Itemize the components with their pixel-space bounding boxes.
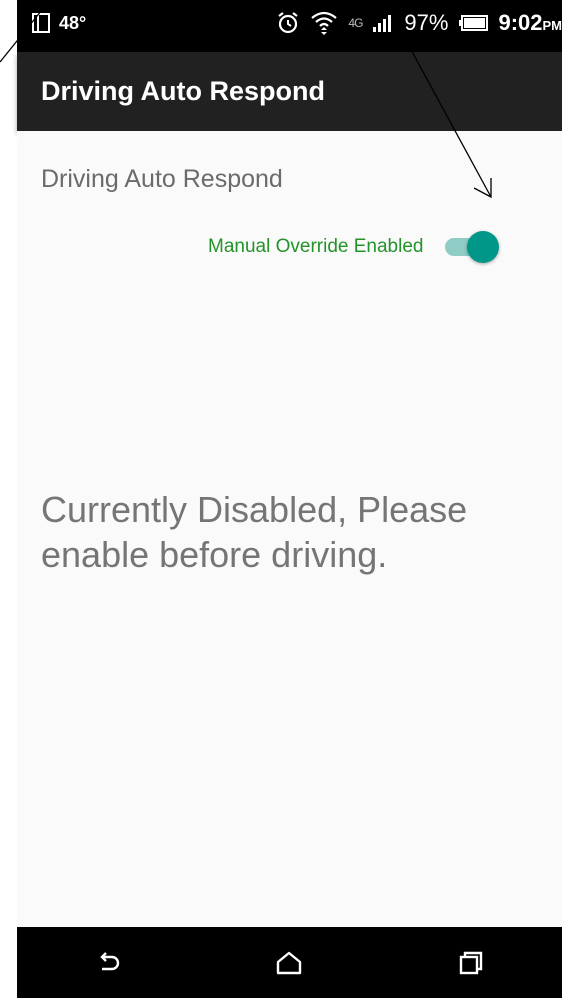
status-right: 4G 97% 9:02PM	[276, 10, 562, 36]
app-title: Driving Auto Respond	[41, 76, 325, 106]
manual-override-switch[interactable]	[441, 231, 501, 263]
recents-button[interactable]	[441, 933, 501, 993]
back-button[interactable]	[78, 933, 138, 993]
home-icon	[277, 951, 302, 974]
clock: 9:02PM	[498, 10, 562, 36]
battery-percent: 97%	[404, 10, 449, 35]
home-button[interactable]	[259, 933, 319, 993]
battery-icon	[459, 15, 489, 31]
network-type: 4G	[348, 16, 363, 30]
manual-override-row: Manual Override Enabled	[208, 231, 501, 263]
nav-bar	[17, 927, 562, 998]
clock-time: 9:02	[498, 10, 543, 35]
wifi-icon	[311, 11, 338, 35]
manual-override-label: Manual Override Enabled	[208, 236, 424, 257]
alarm-icon	[278, 12, 299, 34]
section-header: Driving Auto Respond	[41, 165, 283, 193]
back-icon	[100, 951, 120, 970]
switch-thumb	[467, 231, 500, 263]
signal-icon	[373, 15, 392, 32]
app-bar: Driving Auto Respond	[17, 52, 562, 131]
recents-icon	[459, 951, 483, 974]
status-left: 48°	[31, 12, 86, 34]
main-content: Driving Auto Respond Manual Override Ena…	[17, 131, 562, 927]
status-bar: 48° 4G 97% 9:02PM	[17, 0, 562, 52]
notification-icon	[32, 13, 50, 33]
temperature: 48°	[59, 12, 87, 33]
clock-suffix: PM	[542, 18, 562, 33]
status-message: Currently Disabled, Please enable before…	[41, 489, 468, 575]
